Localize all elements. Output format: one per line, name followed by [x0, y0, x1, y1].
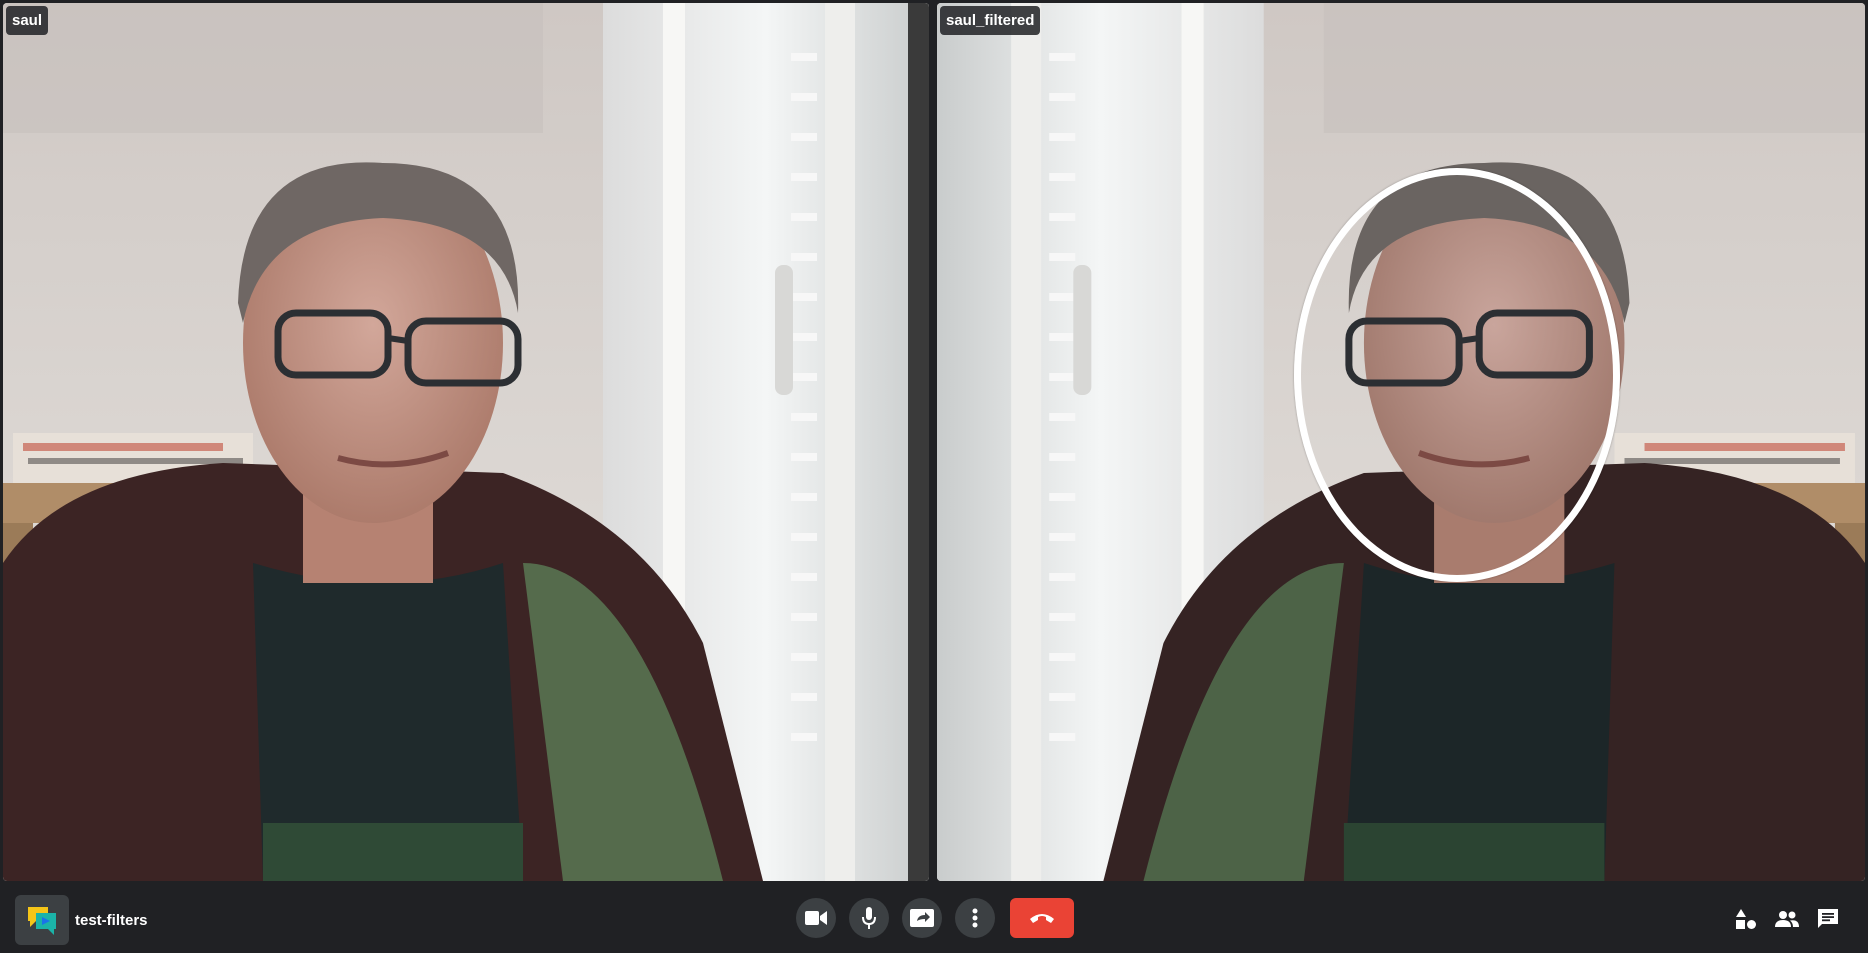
chat-button[interactable] [1813, 904, 1843, 934]
participant-name-tag: saul_filtered [940, 6, 1041, 35]
camera-button[interactable] [796, 898, 836, 938]
videocam-icon [805, 911, 827, 925]
face-detection-ellipse [1294, 168, 1620, 582]
leave-call-button[interactable] [1010, 898, 1074, 938]
participant-tile-saul-filtered[interactable]: saul_filtered [937, 3, 1865, 881]
call-controls [796, 898, 1074, 938]
chat-icon [1818, 909, 1838, 928]
present-screen-button[interactable] [902, 898, 942, 938]
microphone-button[interactable] [849, 898, 889, 938]
present-screen-icon [910, 909, 934, 927]
people-button[interactable] [1772, 904, 1802, 934]
more-options-button[interactable] [955, 898, 995, 938]
meeting-info: test-filters [15, 895, 148, 945]
call-end-icon [1030, 914, 1054, 923]
people-icon [1775, 911, 1799, 927]
control-bar: test-filters [0, 884, 1868, 953]
video-chat-logo-icon [15, 895, 69, 945]
activities-button[interactable] [1731, 904, 1761, 934]
video-stage: saul saul_filtered [0, 0, 1868, 884]
side-panel-controls [1720, 904, 1843, 934]
meeting-name: test-filters [75, 911, 148, 929]
mic-icon [862, 907, 876, 929]
more-vert-icon [972, 908, 978, 928]
video-feed-saul [3, 3, 929, 881]
activities-icon [1736, 909, 1756, 929]
participant-tile-saul[interactable]: saul [3, 3, 929, 881]
participant-name-tag: saul [6, 6, 49, 35]
